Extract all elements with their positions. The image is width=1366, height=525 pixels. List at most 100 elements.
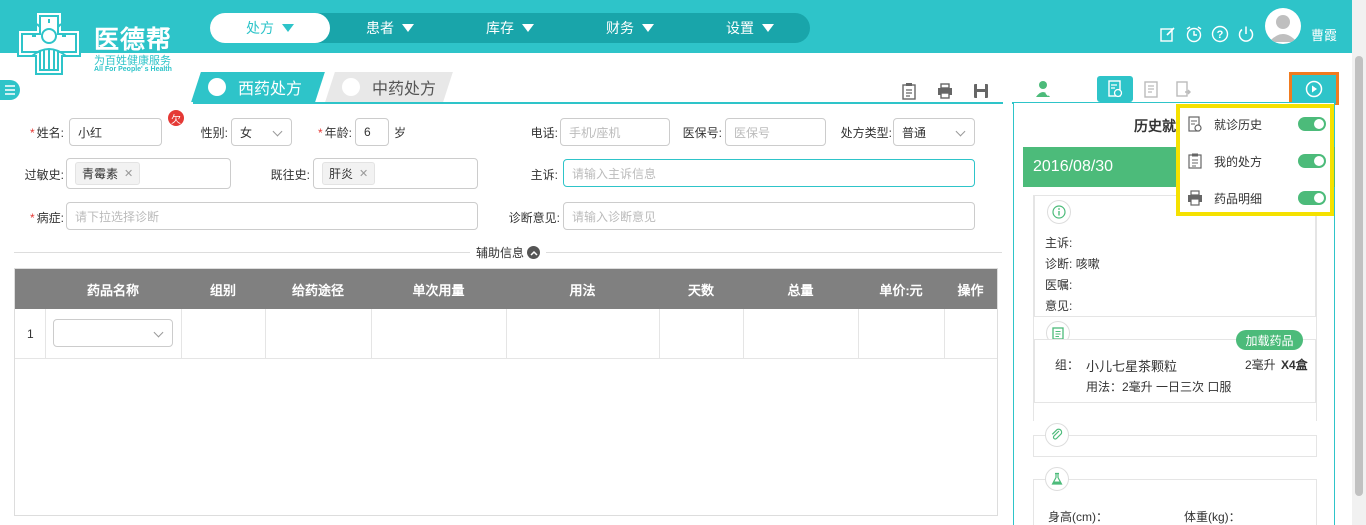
rx-drug-qty: X4盒 <box>1281 358 1308 372</box>
disease-label: * 病症: <box>29 211 64 225</box>
allergy-label: 过敏史: <box>24 168 64 182</box>
caret-down-icon <box>402 24 414 32</box>
table-header: 药品名称 组别 给药途径 单次用量 用法 天数 总量 单价:元 操作 <box>15 269 997 309</box>
height-label: 身高(cm)： <box>1048 510 1108 524</box>
play-circle-icon <box>1305 80 1323 97</box>
complaint-input[interactable]: 请输入主诉信息 <box>563 159 975 187</box>
radio-icon <box>208 78 226 96</box>
phone-input[interactable]: 手机/座机 <box>560 118 670 146</box>
doctor-check-icon[interactable] <box>1033 77 1055 101</box>
nav-settings[interactable]: 设置 <box>690 13 810 43</box>
chevron-down-icon <box>272 126 283 137</box>
tab-underline <box>193 102 1003 104</box>
drug-detail-icon[interactable] <box>1172 77 1194 101</box>
page-scrollbar[interactable] <box>1352 0 1366 525</box>
allergy-input[interactable]: 青霉素 ✕ <box>66 158 231 189</box>
drug-select[interactable] <box>53 319 173 347</box>
name-input[interactable]: 小红 <box>69 118 162 146</box>
info-opinion: 意见: <box>1045 299 1073 313</box>
save-icon[interactable] <box>972 82 990 100</box>
edit-icon[interactable] <box>1158 24 1178 44</box>
rx-drug-dose: 2毫升 <box>1245 358 1276 372</box>
nav-prescription[interactable]: 处方 <box>210 13 330 43</box>
allergy-tag: 青霉素 ✕ <box>75 162 141 185</box>
close-icon[interactable]: ✕ <box>359 167 368 180</box>
rx-type-select[interactable]: 普通 <box>893 118 975 146</box>
my-rx-icon[interactable] <box>1140 77 1162 101</box>
clipboard-icon <box>1186 152 1204 170</box>
rx-group-label: 组： <box>1055 358 1080 372</box>
insurance-input[interactable]: 医保号 <box>725 118 826 146</box>
power-icon[interactable] <box>1236 24 1256 44</box>
complaint-label: 主诉: <box>530 168 558 182</box>
panel-title: 历史就 <box>1134 118 1176 134</box>
col-drug-name: 药品名称 <box>86 282 139 298</box>
col-actions: 操作 <box>957 282 984 298</box>
alarm-icon[interactable] <box>1184 24 1204 44</box>
close-icon[interactable]: ✕ <box>124 167 133 180</box>
help-icon[interactable]: ? <box>1210 24 1230 44</box>
history-input[interactable]: 肝炎 ✕ <box>313 158 478 189</box>
toggle-visit-history[interactable] <box>1298 117 1326 131</box>
nav-finance[interactable]: 财务 <box>570 13 690 43</box>
toggle-my-rx[interactable] <box>1298 154 1326 168</box>
rx-drug-name: 小儿七星茶颗粒 <box>1086 359 1178 374</box>
header-actions: ? <box>1158 24 1256 44</box>
logo-cross-icon <box>17 11 81 75</box>
toggle-drug-detail[interactable] <box>1298 191 1326 205</box>
info-advice: 医嘱: <box>1045 278 1073 292</box>
radio-icon <box>342 78 360 96</box>
gender-select[interactable]: 女 <box>231 118 292 146</box>
rx-drug-usage: 用法：2毫升 一日三次 口服 <box>1086 380 1232 394</box>
weight-label: 体重(kg)： <box>1184 510 1241 524</box>
main-nav: 处方 患者 库存 财务 设置 <box>210 13 810 43</box>
nav-inventory[interactable]: 库存 <box>450 13 570 43</box>
info-diagnosis: 诊断: 咳嗽 <box>1045 257 1100 271</box>
col-usage: 用法 <box>569 282 596 298</box>
aux-info-toggle[interactable]: 辅助信息 <box>470 244 547 261</box>
col-unit-price: 单价:元 <box>879 282 923 298</box>
load-drug-button[interactable]: 加载药品 <box>1236 330 1303 350</box>
username[interactable]: 曹霞 <box>1311 25 1337 44</box>
opinion-input[interactable]: 请输入诊断意见 <box>563 202 975 230</box>
name-label: * 姓名: <box>29 126 64 140</box>
visit-record: 主诉: 诊断: 咳嗽 医嘱: 意见: 组： 小儿七星茶颗粒 2毫升 X4盒 用法… <box>1033 195 1317 421</box>
drug-table: 药品名称 组别 给药途径 单次用量 用法 天数 总量 单价:元 操作 1 <box>14 268 998 516</box>
top-header: 医德帮 为百姓健康服务 All For People' s Health 处方 … <box>0 0 1366 75</box>
nav-patients[interactable]: 患者 <box>330 13 450 43</box>
info-icon <box>1047 200 1071 224</box>
prescription-tabs: 西药处方 中药处方 <box>0 70 1004 106</box>
app-logo[interactable]: 医德帮 为百姓健康服务 All For People' s Health <box>14 6 194 78</box>
paperclip-icon[interactable] <box>1045 423 1069 447</box>
rx-type-label: 处方类型: <box>840 126 892 140</box>
print-icon[interactable] <box>936 82 954 100</box>
age-unit: 岁 <box>394 126 407 140</box>
caret-down-icon <box>522 24 534 32</box>
insurance-label: 医保号: <box>682 126 722 140</box>
popup-item-visit-history[interactable]: 就诊历史 <box>1186 112 1330 136</box>
history-tag: 肝炎 ✕ <box>322 162 376 185</box>
attachment-card <box>1033 435 1317 457</box>
tab-chinese-rx[interactable]: 中药处方 <box>325 72 453 102</box>
chevron-down-icon <box>955 126 966 137</box>
user-avatar[interactable] <box>1265 8 1301 44</box>
age-input[interactable]: 6 <box>355 118 389 146</box>
tab-western-rx[interactable]: 西药处方 <box>191 72 325 102</box>
disease-select[interactable]: 请下拉选择诊断 <box>66 202 478 230</box>
scrollbar-thumb[interactable] <box>1355 56 1363 496</box>
info-complaint: 主诉: <box>1045 236 1073 250</box>
row-index: 1 <box>27 327 34 341</box>
flask-icon <box>1045 467 1069 491</box>
phone-label: 电话: <box>530 126 558 140</box>
popup-item-my-rx[interactable]: 我的处方 <box>1186 149 1330 173</box>
panel-play-button[interactable] <box>1289 72 1339 105</box>
clipboard-icon[interactable] <box>900 82 918 100</box>
chevron-down-icon <box>153 327 164 338</box>
svg-text:?: ? <box>1217 29 1224 41</box>
vitals-card: 身高(cm)： 体重(kg)： <box>1033 479 1317 525</box>
popup-item-drug-detail[interactable]: 药品明细 <box>1186 186 1330 210</box>
history-label: 既往史: <box>270 168 310 182</box>
age-label: * 年龄: <box>317 126 352 140</box>
logo-title: 医德帮 <box>94 26 173 54</box>
history-list-icon[interactable] <box>1097 76 1133 102</box>
